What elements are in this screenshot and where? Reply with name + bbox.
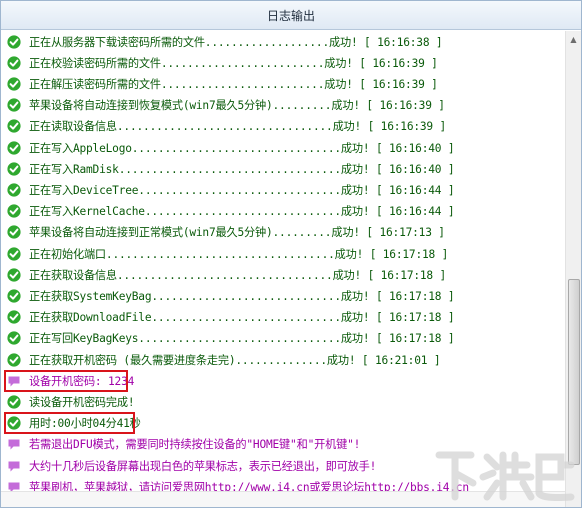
log-entry: 正在获取设备信息................................… — [7, 264, 559, 285]
log-entry-text: 设备开机密码: 1234 — [29, 374, 135, 388]
check-circle-icon — [7, 162, 21, 176]
check-circle-icon — [7, 98, 21, 112]
log-entry: 正在初始化端口.................................… — [7, 243, 559, 264]
log-entry: 苹果设备将自动连接到正常模式(win7最久5分钟).........成功! [ … — [7, 222, 559, 243]
log-entry-text: 正在读取设备信息................................… — [29, 120, 447, 134]
scroll-up-button[interactable]: ▲ — [566, 31, 581, 47]
log-entry-text: 若需退出DFU模式，需要同时持续按住设备的"HOME键"和"开机键"! — [29, 438, 361, 452]
log-entry-text: 正在写入AppleLogo...........................… — [29, 141, 455, 155]
log-entry-text: 正在写入RamDisk.............................… — [29, 162, 455, 176]
window-titlebar: 日志输出 — [1, 1, 581, 30]
log-entry: 正在写入KernelCache.........................… — [7, 201, 559, 222]
log-entry: 正在获取SystemKeyBag........................… — [7, 285, 559, 306]
log-entry: 苹果刷机，苹果越狱，请访问爱思网http://www.i4.cn或爱思论坛htt… — [7, 476, 559, 491]
check-circle-icon — [7, 77, 21, 91]
log-entry-text: 读设备开机密码完成! — [29, 395, 135, 409]
log-entry-text: 正在校验读密码所需的文件.........................成功!… — [29, 56, 438, 70]
check-circle-icon — [7, 310, 21, 324]
check-circle-icon — [7, 246, 21, 261]
log-entry-text: 用时:00小时04分41秒 — [29, 417, 141, 431]
log-entry: 设备开机密码: 1234 — [7, 370, 559, 391]
log-entry-text: 正在写入KernelCache.........................… — [29, 205, 455, 219]
log-entry-text: 正在获取设备信息................................… — [29, 268, 447, 282]
vertical-scrollbar[interactable]: ▲ — [565, 31, 581, 507]
log-entry-text: 苹果设备将自动连接到正常模式(win7最久5分钟).........成功! [ … — [29, 226, 445, 240]
check-circle-icon — [7, 183, 21, 197]
check-circle-icon — [7, 140, 21, 155]
log-list[interactable]: 正在从服务器下载读密码所需的文件...................成功! [… — [1, 31, 565, 491]
speech-bubble-icon — [7, 437, 21, 451]
log-entry-text: 正在写回KeyBagKeys..........................… — [29, 332, 455, 346]
log-entry: 正在校验读密码所需的文件.........................成功!… — [7, 52, 559, 73]
speech-bubble-icon — [7, 374, 21, 388]
speech-bubble-icon — [7, 459, 21, 473]
log-entry-text: 正在获取开机密码 (最久需要进度条走完)..............成功! [ … — [29, 353, 441, 367]
log-entry: 正在获取DownloadFile........................… — [7, 307, 559, 328]
log-entry: 苹果设备将自动连接到恢复模式(win7最久5分钟).........成功! [ … — [7, 95, 559, 116]
log-entry-text: 正在解压读密码所需的文件.........................成功!… — [29, 77, 438, 91]
log-entry-text: 苹果设备将自动连接到恢复模式(win7最久5分钟).........成功! [ … — [29, 99, 445, 113]
log-entry: 正在写入AppleLogo...........................… — [7, 137, 559, 158]
log-entry: 正在获取开机密码 (最久需要进度条走完)..............成功! [ … — [7, 349, 559, 370]
horizontal-scroll-area — [1, 491, 565, 507]
log-entry-text: 正在初始化端口.................................… — [29, 247, 449, 261]
check-circle-icon — [7, 331, 21, 345]
log-entry-text: 正在获取DownloadFile........................… — [29, 311, 455, 325]
check-circle-icon — [7, 416, 21, 430]
check-circle-icon — [7, 225, 21, 239]
log-entry: 正在写回KeyBagKeys..........................… — [7, 328, 559, 349]
log-entry: 读设备开机密码完成! — [7, 391, 559, 412]
log-entry: 正在读取设备信息................................… — [7, 116, 559, 137]
speech-bubble-icon — [7, 480, 21, 491]
window-title: 日志输出 — [266, 8, 315, 23]
log-entry-text: 正在获取SystemKeyBag........................… — [29, 289, 455, 303]
log-window: 日志输出 正在从服务器下载读密码所需的文件...................… — [0, 0, 582, 508]
check-circle-icon — [7, 204, 21, 218]
log-entry: 正在从服务器下载读密码所需的文件...................成功! [… — [7, 31, 559, 52]
log-entry: 正在解压读密码所需的文件.........................成功!… — [7, 73, 559, 94]
log-entry: 正在写入RamDisk.............................… — [7, 158, 559, 179]
check-circle-icon — [7, 119, 21, 133]
check-circle-icon — [7, 395, 21, 409]
check-circle-icon — [7, 34, 21, 49]
log-entry: 用时:00小时04分41秒 — [7, 413, 559, 434]
log-entry-text: 苹果刷机，苹果越狱，请访问爱思网http://www.i4.cn或爱思论坛htt… — [29, 480, 469, 491]
check-circle-icon — [7, 268, 21, 282]
scrollbar-thumb[interactable] — [568, 279, 580, 465]
check-circle-icon — [7, 352, 21, 367]
log-entry-text: 大约十几秒后设备屏幕出现白色的苹果标志，表示已经退出，即可放手! — [29, 459, 377, 473]
log-entry: 若需退出DFU模式，需要同时持续按住设备的"HOME键"和"开机键"! — [7, 434, 559, 455]
log-entry: 大约十几秒后设备屏幕出现白色的苹果标志，表示已经退出，即可放手! — [7, 455, 559, 476]
log-entry: 正在写入DeviceTree..........................… — [7, 179, 559, 200]
check-circle-icon — [7, 289, 21, 303]
log-entry-text: 正在从服务器下载读密码所需的文件...................成功! [… — [29, 35, 443, 49]
log-entry-text: 正在写入DeviceTree..........................… — [29, 183, 455, 197]
check-circle-icon — [7, 56, 21, 70]
